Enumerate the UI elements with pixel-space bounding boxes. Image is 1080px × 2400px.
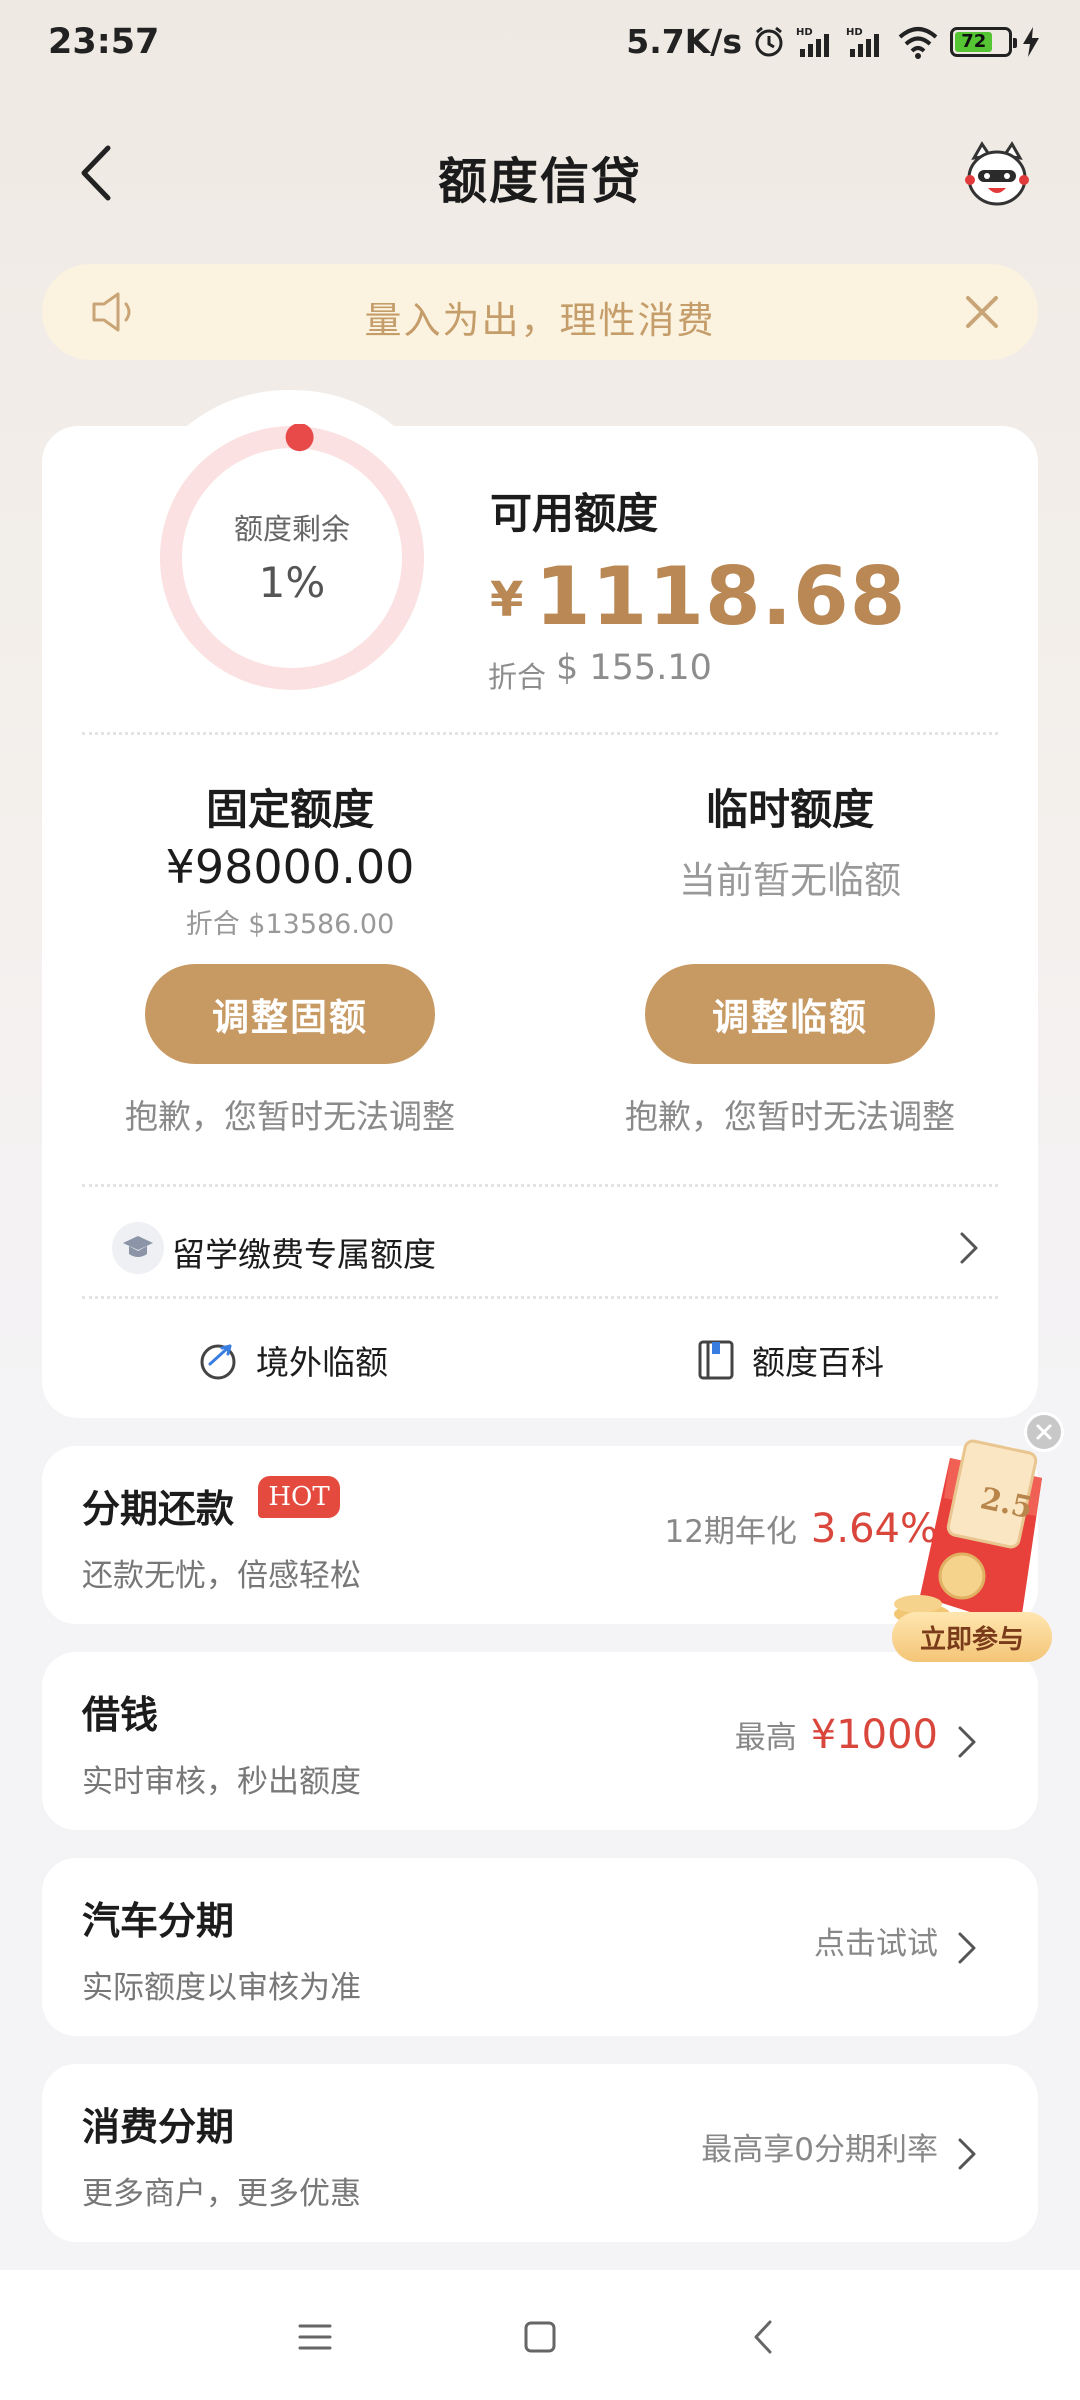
overseas-temp-credit-link[interactable]: 境外临额 (196, 1332, 388, 1388)
offer-text: 最高享0分期利率 (701, 2132, 938, 2168)
book-icon (698, 1340, 734, 1380)
floating-promo[interactable]: 2.5 立即参与 (872, 1406, 1080, 1666)
hot-badge: HOT (258, 1476, 340, 1518)
feature-subtitle: 实际额度以审核为准 (82, 1970, 361, 2006)
battery-level: 72 (955, 31, 993, 52)
alarm-icon (752, 25, 786, 59)
feature-action: 点击试试 (814, 1918, 938, 1963)
feature-subtitle: 还款无忧，倍感轻松 (82, 1558, 361, 1594)
system-nav-bar (0, 2270, 1080, 2400)
signal-icon: HD (796, 25, 836, 59)
car-installment-card[interactable]: 汽车分期 实际额度以审核为准 点击试试 (42, 1858, 1038, 2036)
study-abroad-row[interactable]: 留学缴费专属额度 (42, 1214, 1038, 1286)
temporary-credit-status: 当前暂无临额 (679, 859, 901, 902)
divider (82, 1296, 998, 1299)
plane-globe-icon (200, 1344, 236, 1380)
fixed-credit-title: 固定额度 (205, 785, 374, 834)
notice-text: 量入为出，理性消费 (364, 299, 716, 342)
assistant-mascot-icon[interactable] (962, 140, 1032, 210)
divider (82, 732, 998, 735)
feature-subtitle: 实时审核，秒出额度 (82, 1764, 361, 1800)
divider (82, 1184, 998, 1187)
status-bar: 23:57 5.7K/s HD HD 72 (0, 0, 1080, 88)
graduation-cap-icon (112, 1222, 164, 1274)
converted-prefix: 折合 (488, 660, 547, 694)
adjust-temporary-button[interactable]: 调整临额 (645, 964, 935, 1064)
svg-text:HD: HD (796, 27, 813, 38)
status-time: 23:57 (48, 22, 160, 62)
join-now-button[interactable]: 立即参与 (892, 1612, 1052, 1662)
feature-title: 汽车分期 (82, 1899, 235, 1943)
feature-title: 借钱 (82, 1693, 159, 1737)
limit-value: ¥1000 (810, 1712, 938, 1758)
back-icon[interactable] (740, 2312, 790, 2362)
ring-progress-dot (285, 424, 314, 452)
promo-close-button[interactable] (1024, 1412, 1064, 1452)
rate-prefix: 12期年化 (664, 1514, 797, 1550)
temporary-credit-note: 抱歉，您暂时无法调整 (625, 1097, 955, 1136)
limit-prefix: 最高 (734, 1720, 797, 1756)
wifi-icon (896, 25, 940, 59)
close-icon[interactable] (960, 290, 1004, 334)
adjust-fixed-button[interactable]: 调整固额 (145, 964, 435, 1064)
network-speed: 5.7K/s (626, 22, 742, 61)
signal-icon-2: HD (846, 25, 886, 59)
ring-label: 额度剩余 (233, 512, 350, 546)
chevron-right-icon (958, 1932, 976, 1964)
currency-symbol: ¥ (490, 572, 524, 628)
fixed-credit-amount: ¥98000.00 (165, 840, 415, 894)
feature-offer: 最高享0分期利率 (701, 2124, 938, 2169)
fixed-credit-section: 固定额度 ¥98000.00 折合 $13586.00 (80, 776, 500, 940)
borrow-card[interactable]: 借钱 实时审核，秒出额度 最高 ¥1000 (42, 1652, 1038, 1830)
menu-icon[interactable] (290, 2312, 340, 2362)
temporary-credit-section: 临时额度 当前暂无临额 (580, 776, 1000, 908)
chevron-right-icon (958, 2138, 976, 2170)
status-icons: 5.7K/s HD HD 72 (626, 22, 1040, 61)
fixed-credit-note: 抱歉，您暂时无法调整 (125, 1097, 455, 1136)
temporary-credit-title: 临时额度 (705, 785, 874, 834)
notice-banner: 量入为出，理性消费 (42, 264, 1038, 360)
converted-amount: $ 155.10 (556, 648, 712, 688)
feature-subtitle: 更多商户，更多优惠 (82, 2176, 361, 2212)
credit-encyclopedia-link[interactable]: 额度百科 (696, 1332, 884, 1388)
chevron-right-icon (960, 1232, 978, 1264)
feature-title: 分期还款 (82, 1487, 235, 1531)
page-title: 额度信贷 (437, 153, 642, 210)
chevron-right-icon (958, 1726, 976, 1758)
fixed-credit-converted: 折合 $13586.00 (185, 909, 395, 940)
ring-percent: 1% (258, 558, 326, 607)
feature-limit: 最高 ¥1000 (735, 1712, 938, 1758)
try-text: 点击试试 (814, 1926, 938, 1962)
consumer-installment-card[interactable]: 消费分期 更多商户，更多优惠 最高享0分期利率 (42, 2064, 1038, 2242)
close-icon (1036, 1424, 1052, 1440)
battery-icon: 72 (950, 26, 1017, 57)
study-abroad-label: 留学缴费专属额度 (172, 1235, 436, 1274)
available-credit-amount: 1118.68 (535, 550, 907, 643)
available-credit-label: 可用额度 (490, 489, 659, 538)
overseas-temp-credit-label: 境外临额 (256, 1343, 388, 1382)
home-icon[interactable] (515, 2312, 565, 2362)
credit-encyclopedia-label: 额度百科 (752, 1343, 884, 1382)
feature-title: 消费分期 (82, 2105, 235, 2149)
charging-icon (1022, 26, 1040, 57)
svg-text:HD: HD (846, 27, 863, 38)
